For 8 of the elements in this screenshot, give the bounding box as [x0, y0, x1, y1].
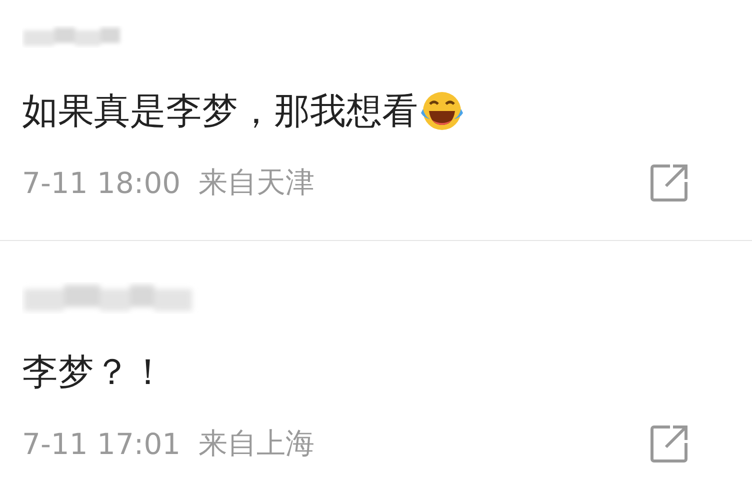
comment-time: 7-11 17:01	[22, 427, 181, 461]
comment-location: 来自天津	[198, 164, 316, 201]
comment-location: 来自上海	[198, 425, 316, 462]
comment-time: 7-11 18:00	[22, 166, 181, 200]
share-icon[interactable]	[648, 423, 690, 465]
share-icon[interactable]	[648, 162, 690, 204]
comment-text: 李梦？！	[22, 350, 166, 394]
comment-text: 如果真是李梦，那我想看	[22, 90, 418, 134]
